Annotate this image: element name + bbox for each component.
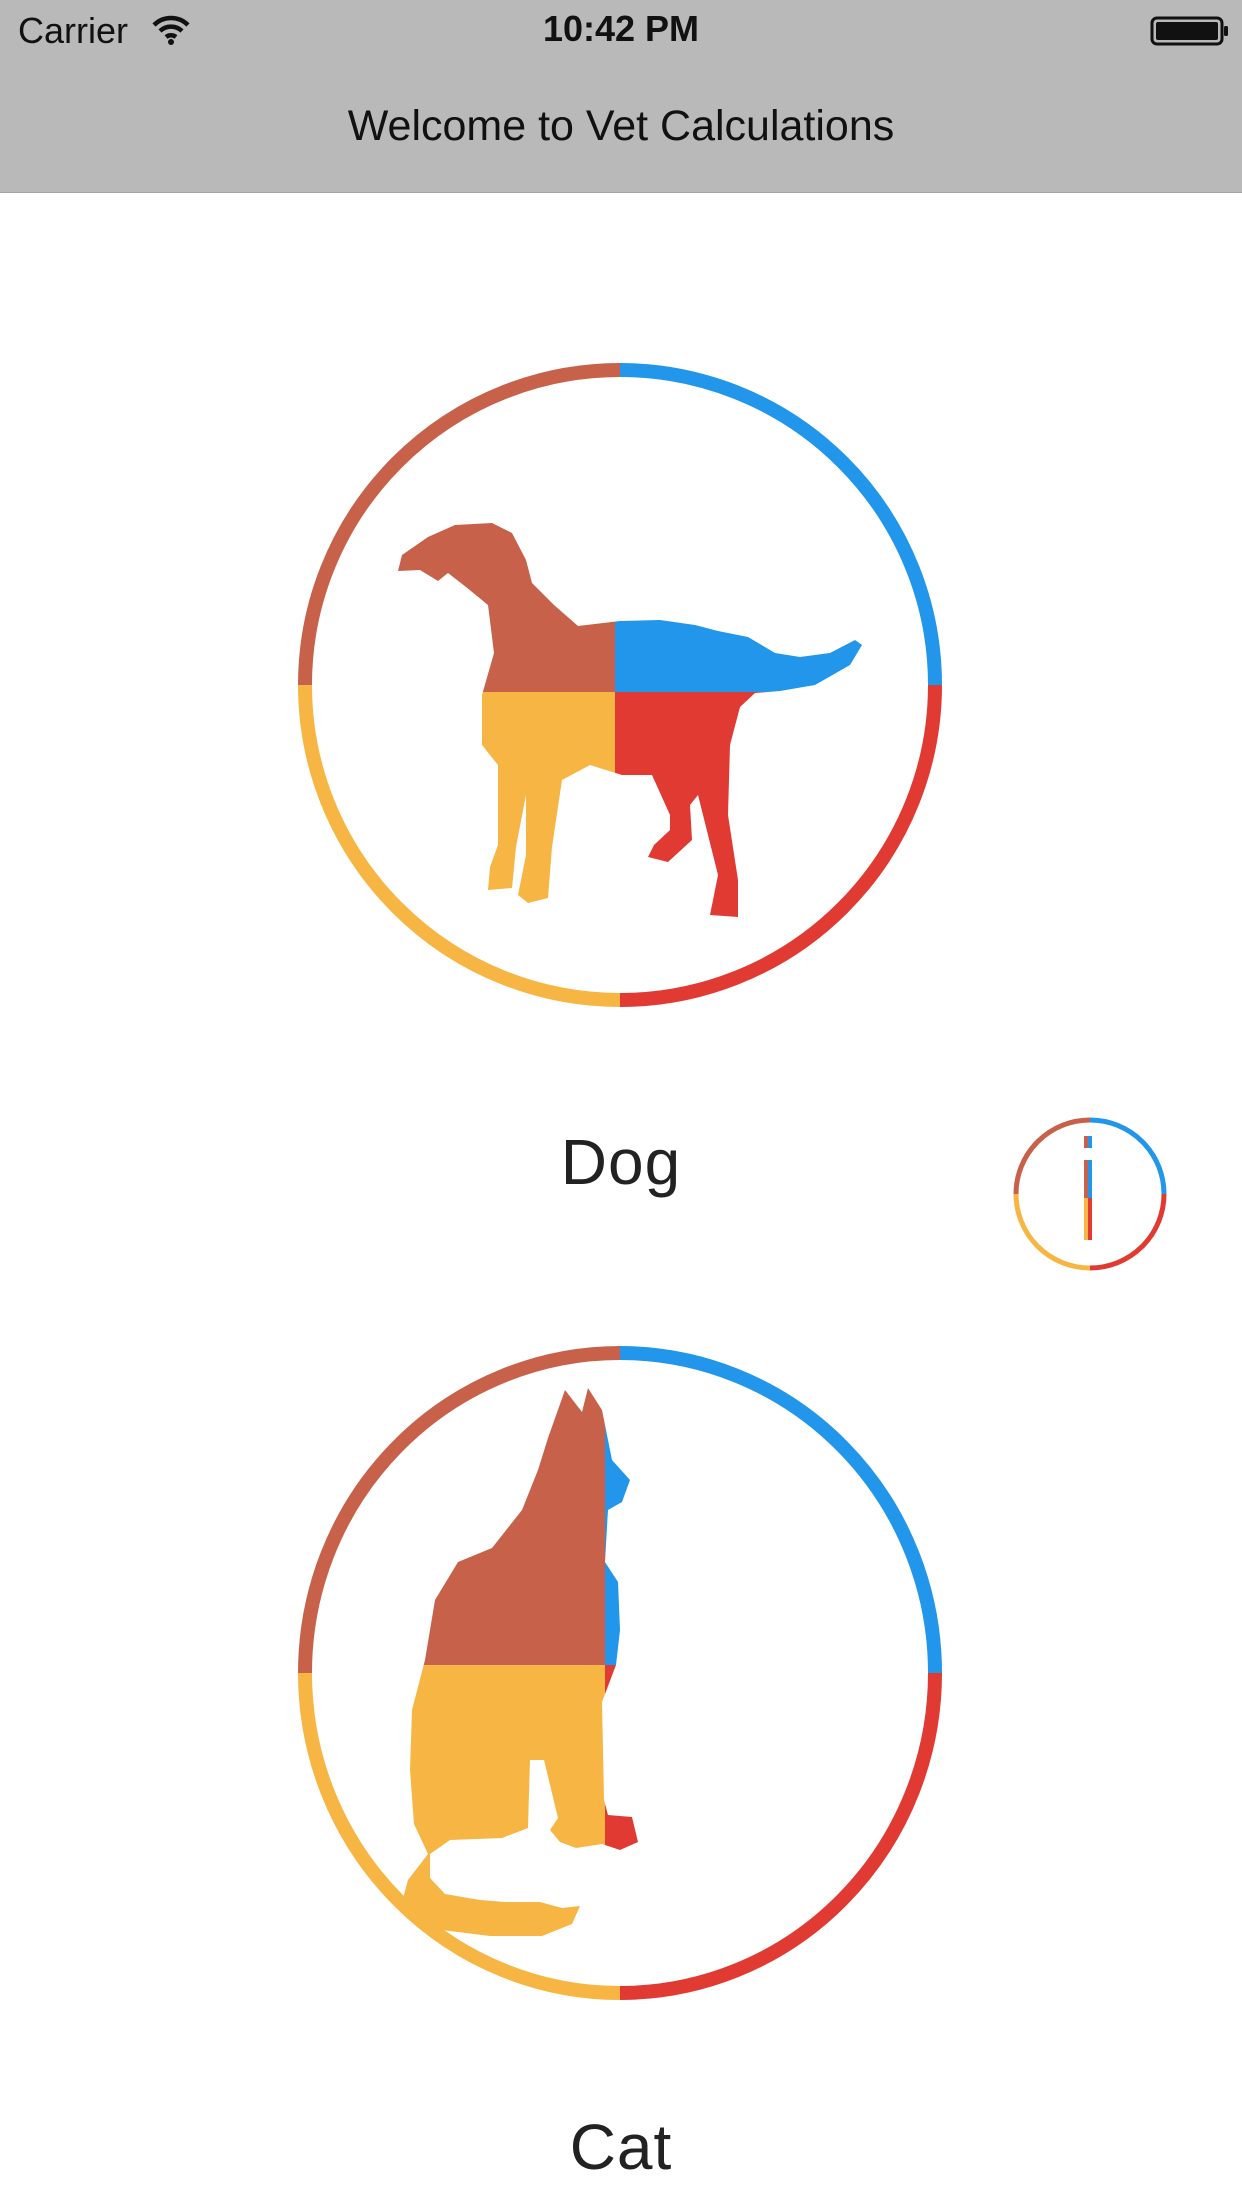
cat-icon — [298, 1346, 942, 2000]
navigation-bar: Welcome to Vet Calculations — [0, 62, 1242, 193]
page-title: Welcome to Vet Calculations — [347, 102, 895, 150]
status-time: 10:42 PM — [542, 8, 700, 49]
cat-button[interactable] — [290, 1330, 950, 2020]
info-icon — [1013, 1117, 1167, 1271]
battery-icon — [1150, 16, 1228, 46]
info-button[interactable] — [1008, 1112, 1172, 1276]
dog-button[interactable] — [270, 335, 970, 1035]
status-bar: Carrier 10:42 PM — [0, 0, 1242, 62]
cat-label[interactable]: Cat — [0, 2110, 1242, 2184]
dog-icon — [298, 363, 942, 1007]
